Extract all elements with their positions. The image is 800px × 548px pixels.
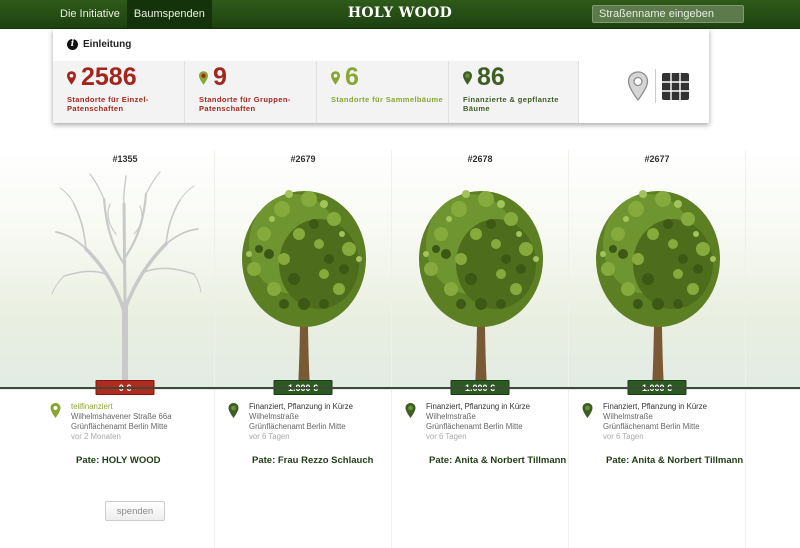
stat-planted-trees[interactable]: 86 Finanzierte & gepflanzte Bäume (449, 61, 579, 123)
grid-icon[interactable] (662, 72, 689, 100)
tree-street: Wilhelmshavener Straße 66a (71, 412, 172, 421)
stat-value: 86 (477, 63, 505, 91)
tree-id: #2678 (467, 154, 493, 164)
map-pin-tree-icon (582, 403, 593, 418)
tree-street: Wilhelmstraße (249, 412, 299, 421)
stats-row: 2586 Standorte für Einzel-Patenschaften … (53, 61, 579, 123)
view-toggle (627, 69, 689, 103)
map-pin-icon[interactable] (627, 71, 649, 101)
tree-id: #1355 (112, 154, 138, 164)
tree-sponsor: Pate: Anita & Norbert Tillmann (606, 455, 744, 466)
tree-office: Grünflächenamt Berlin Mitte (426, 422, 523, 431)
top-navigation-bar: Die Initiative Baumspenden HOLY WOOD (0, 0, 800, 29)
info-icon: i (67, 39, 78, 50)
tree-id: #2677 (644, 154, 670, 164)
stat-single-sponsorship[interactable]: 2586 Standorte für Einzel-Patenschaften (53, 61, 185, 123)
stat-label: Standorte für Sammelbäume (331, 95, 444, 104)
stat-group-sponsorship[interactable]: 9 Standorte für Gruppen-Patenschaften (185, 61, 317, 123)
map-pin-tree-icon (463, 71, 472, 85)
spenden-button[interactable]: spenden (105, 501, 165, 521)
tree-card[interactable]: #2677 1.000 € Finanziert, Pflanzung in K… (568, 150, 746, 548)
tree-office: Grünflächenamt Berlin Mitte (71, 422, 168, 431)
leafy-tree-image (594, 188, 722, 388)
tree-card[interactable]: #1355 0 € teilfinanziert Wilhelmshavener… (36, 150, 214, 548)
stat-label: Standorte für Gruppen-Patenschaften (199, 95, 291, 113)
map-pin-lime-icon (50, 403, 61, 418)
intro-panel: i Einleitung 2586 Standorte für Einzel-P… (53, 29, 709, 123)
map-pin-red-icon (67, 71, 76, 85)
tree-status: Finanziert, Pflanzung in Kürze (426, 402, 531, 411)
tree-office: Grünflächenamt Berlin Mitte (249, 422, 346, 431)
tree-status: Finanziert, Pflanzung in Kürze (603, 402, 708, 411)
intro-title: Einleitung (83, 39, 132, 50)
stat-value: 6 (345, 63, 359, 91)
divider (655, 69, 656, 103)
map-pin-mixed-icon (199, 71, 208, 85)
leafy-tree-image (417, 188, 545, 388)
stat-label: Standorte für Einzel-Patenschaften (67, 95, 149, 113)
leafy-tree-image (240, 188, 368, 388)
tree-id: #2679 (290, 154, 316, 164)
tree-card[interactable]: #2678 1.000 € Finanziert, Pflanzung in K… (391, 150, 569, 548)
tree-street: Wilhelmstraße (603, 412, 653, 421)
map-pin-lime-icon (331, 71, 340, 85)
tree-street: Wilhelmstraße (426, 412, 476, 421)
tree-time-ago: vor 6 Tagen (603, 432, 644, 441)
intro-header[interactable]: i Einleitung (67, 39, 131, 50)
tree-sponsor: Pate: Anita & Norbert Tillmann (429, 455, 567, 466)
stat-value: 2586 (81, 63, 137, 91)
street-search-input[interactable] (592, 5, 744, 23)
tree-sponsor: Pate: Frau Rezzo Schlauch (252, 455, 374, 466)
stat-collective-trees[interactable]: 6 Standorte für Sammelbäume (317, 61, 449, 123)
stat-value: 9 (213, 63, 227, 91)
tree-office: Grünflächenamt Berlin Mitte (603, 422, 700, 431)
ground-line (0, 387, 800, 389)
map-pin-tree-icon (405, 403, 416, 418)
map-pin-tree-icon (228, 403, 239, 418)
tree-time-ago: vor 6 Tagen (426, 432, 467, 441)
stat-label: Finanzierte & gepflanzte Bäume (463, 95, 559, 113)
tree-sponsor: Pate: HOLY WOOD (76, 455, 161, 466)
tree-time-ago: vor 2 Monaten (71, 432, 121, 441)
tree-status: teilfinanziert (71, 402, 113, 411)
tree-time-ago: vor 6 Tagen (249, 432, 290, 441)
bare-tree-image (46, 164, 204, 388)
tree-status: Finanziert, Pflanzung in Kürze (249, 402, 354, 411)
tree-card[interactable]: #2679 1.000 € Finanziert, Pflanzung in K… (214, 150, 392, 548)
